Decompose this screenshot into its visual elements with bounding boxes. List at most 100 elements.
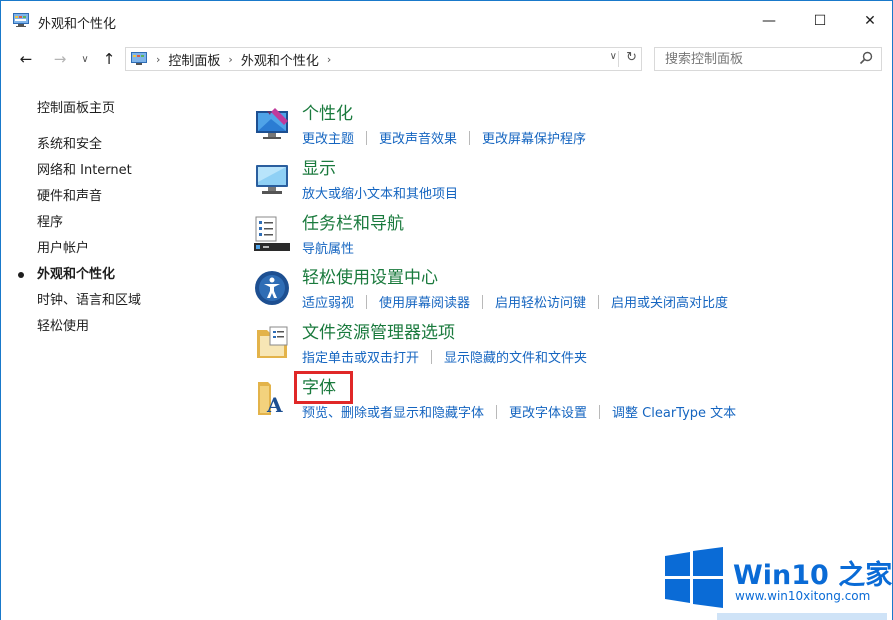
link-high-contrast[interactable]: 启用或关闭高对比度 <box>611 292 728 311</box>
link-navigation-properties[interactable]: 导航属性 <box>302 238 354 257</box>
nav-appearance-personalization[interactable]: 外观和个性化 <box>18 262 227 288</box>
taskbar-icon <box>254 216 290 251</box>
nav-clock-language-region[interactable]: 时钟、语言和区域 <box>37 288 227 314</box>
forward-arrow-icon: → <box>53 50 67 68</box>
back-arrow-icon: ← <box>19 50 33 68</box>
category-links: 指定单击或双击打开 显示隐藏的文件和文件夹 <box>302 347 587 366</box>
category-file-explorer-options: 文件资源管理器选项 指定单击或双击打开 显示隐藏的文件和文件夹 <box>253 322 873 372</box>
link-show-hidden-files[interactable]: 显示隐藏的文件和文件夹 <box>444 347 587 366</box>
up-arrow-icon: ↑ <box>102 50 116 68</box>
link-divider <box>469 130 471 145</box>
link-change-sound-effects[interactable]: 更改声音效果 <box>379 128 457 147</box>
highlight-box <box>294 371 353 404</box>
link-low-vision[interactable]: 适应弱视 <box>302 292 354 311</box>
nav-hardware-sound[interactable]: 硬件和声音 <box>37 184 227 210</box>
personalization-icon <box>256 108 288 139</box>
link-change-theme[interactable]: 更改主题 <box>302 128 354 147</box>
link-divider <box>599 404 601 419</box>
nav-user-accounts[interactable]: 用户帐户 <box>37 236 227 262</box>
control-panel-window: 外观和个性化 — ☐ ✕ ← → ∨ ↑ › 控制面板 › 外观和个性化 › ∨ <box>0 0 893 620</box>
link-screen-reader[interactable]: 使用屏幕阅读器 <box>379 292 470 311</box>
search-icon[interactable] <box>859 51 873 65</box>
nav-label: 系统和安全 <box>37 137 103 152</box>
link-zoom-text[interactable]: 放大或缩小文本和其他项目 <box>302 183 458 202</box>
category-links: 预览、删除或者显示和隐藏字体 更改字体设置 调整 ClearType 文本 <box>302 402 736 421</box>
nav-label: 轻松使用 <box>37 319 90 334</box>
folder-options-icon <box>257 326 288 358</box>
category-taskbar-navigation: 任务栏和导航 导航属性 <box>253 213 873 263</box>
category-title[interactable]: 轻松使用设置中心 <box>302 267 438 289</box>
address-dropdown-icon[interactable]: ∨ <box>610 51 617 62</box>
recent-locations-button[interactable]: ∨ <box>77 47 93 71</box>
breadcrumb-chevron-icon[interactable]: › <box>228 53 232 66</box>
link-divider <box>366 130 368 145</box>
breadcrumb-chevron-icon[interactable]: › <box>156 53 160 66</box>
up-button[interactable]: ↑ <box>98 47 120 71</box>
display-icon <box>256 165 288 194</box>
link-divider <box>496 404 498 419</box>
category-ease-of-access: 轻松使用设置中心 适应弱视 使用屏幕阅读器 启用轻松访问键 启用或关闭高对比度 <box>253 267 873 317</box>
nav-label: 用户帐户 <box>37 241 90 256</box>
link-divider <box>598 294 600 309</box>
nav-label: 程序 <box>37 215 64 230</box>
navigation-bar: ← → ∨ ↑ › 控制面板 › 外观和个性化 › ∨ ↻ <box>1 41 892 79</box>
nav-system-security[interactable]: 系统和安全 <box>37 132 227 158</box>
category-title[interactable]: 个性化 <box>302 103 353 125</box>
category-links: 导航属性 <box>302 238 354 257</box>
close-icon: ✕ <box>864 13 876 29</box>
breadcrumb-control-panel[interactable]: 控制面板 <box>168 50 220 69</box>
window-title: 外观和个性化 <box>38 17 117 32</box>
link-change-font-settings[interactable]: 更改字体设置 <box>509 402 587 421</box>
control-panel-icon <box>131 52 147 65</box>
nav-label: 硬件和声音 <box>37 189 103 204</box>
title-bar: 外观和个性化 — ☐ ✕ <box>1 1 892 41</box>
windows-logo-icon <box>665 547 723 608</box>
control-panel-home-link[interactable]: 控制面板主页 <box>37 97 227 116</box>
link-access-keys[interactable]: 启用轻松访问键 <box>495 292 586 311</box>
category-title[interactable]: 任务栏和导航 <box>302 213 404 235</box>
chevron-down-icon: ∨ <box>81 53 89 65</box>
category-links: 适应弱视 使用屏幕阅读器 启用轻松访问键 启用或关闭高对比度 <box>302 292 728 311</box>
category-title[interactable]: 显示 <box>302 158 336 180</box>
forward-button[interactable]: → <box>47 47 73 71</box>
address-bar[interactable]: › 控制面板 › 外观和个性化 › ∨ ↻ <box>125 47 642 71</box>
active-bullet-icon <box>18 272 24 278</box>
category-personalization: 个性化 更改主题 更改声音效果 更改屏幕保护程序 <box>253 103 873 153</box>
link-divider <box>431 349 433 364</box>
nav-label: 外观和个性化 <box>37 267 116 282</box>
search-box[interactable] <box>654 47 882 71</box>
watermark-site: www.win10xitong.com <box>735 589 871 603</box>
link-change-screensaver[interactable]: 更改屏幕保护程序 <box>482 128 586 147</box>
breadcrumb-appearance[interactable]: 外观和个性化 <box>241 50 319 69</box>
watermark-brand: Win10 之家 <box>733 560 893 591</box>
link-preview-delete-fonts[interactable]: 预览、删除或者显示和隐藏字体 <box>302 402 484 421</box>
left-navigation: 控制面板主页 系统和安全 网络和 Internet 硬件和声音 程序 用户帐户 … <box>18 97 227 340</box>
breadcrumb-chevron-icon[interactable]: › <box>327 53 331 66</box>
category-fonts: A 字体 预览、删除或者显示和隐藏字体 更改字体设置 调整 ClearType … <box>253 371 873 427</box>
minimize-button[interactable]: — <box>743 1 795 41</box>
nav-ease-of-access[interactable]: 轻松使用 <box>37 314 227 340</box>
link-single-double-click[interactable]: 指定单击或双击打开 <box>302 347 419 366</box>
link-adjust-cleartype[interactable]: 调整 ClearType 文本 <box>612 402 736 421</box>
nav-network-internet[interactable]: 网络和 Internet <box>37 158 227 184</box>
nav-label: 时钟、语言和区域 <box>37 293 142 308</box>
close-button[interactable]: ✕ <box>844 1 892 41</box>
search-input[interactable] <box>665 48 855 70</box>
category-links: 放大或缩小文本和其他项目 <box>302 183 458 202</box>
minimize-icon: — <box>762 13 776 29</box>
category-display: 显示 放大或缩小文本和其他项目 <box>253 158 873 208</box>
watermark-strip-icon <box>717 613 887 620</box>
maximize-button[interactable]: ☐ <box>794 1 846 41</box>
link-divider <box>366 294 368 309</box>
nav-programs[interactable]: 程序 <box>37 210 227 236</box>
nav-label: 网络和 Internet <box>37 163 132 178</box>
category-links: 更改主题 更改声音效果 更改屏幕保护程序 <box>302 128 586 147</box>
ease-of-access-icon <box>255 271 289 305</box>
category-title[interactable]: 文件资源管理器选项 <box>302 322 455 344</box>
back-button[interactable]: ← <box>13 47 39 71</box>
svg-text:A: A <box>266 393 283 417</box>
control-panel-icon <box>13 13 29 27</box>
link-divider <box>482 294 484 309</box>
address-divider <box>618 51 619 67</box>
refresh-icon[interactable]: ↻ <box>626 50 637 65</box>
